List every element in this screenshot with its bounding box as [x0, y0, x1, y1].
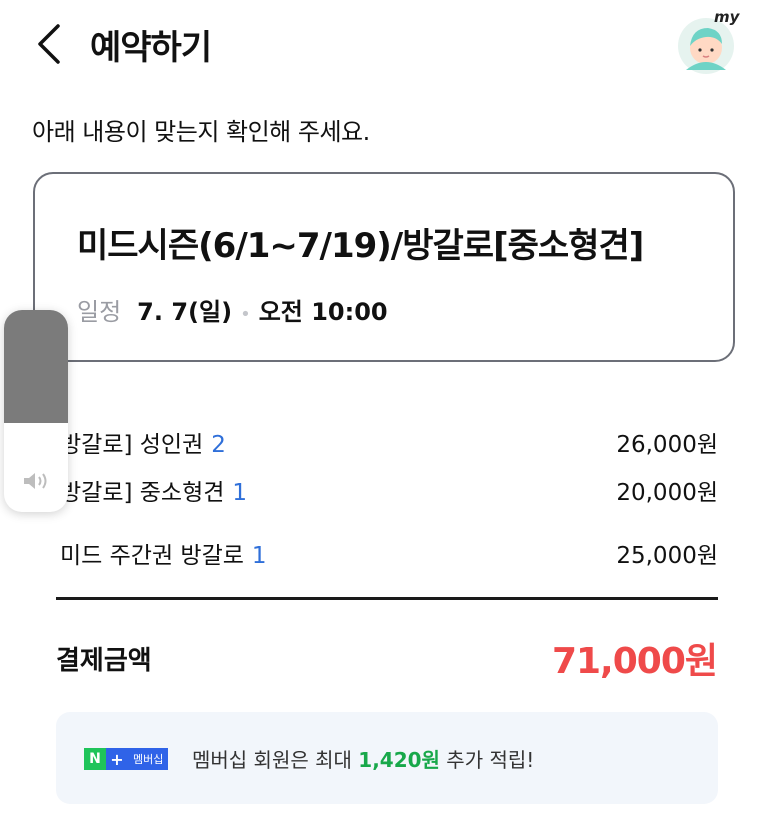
line-item-name-wrap: 방갈로] 성인권 2	[60, 425, 226, 459]
speaker-icon	[22, 470, 52, 496]
membership-text-after: 추가 적립!	[439, 748, 535, 772]
line-item-name: 방갈로] 중소형견	[60, 480, 225, 506]
line-item: 방갈로] 성인권 2 26,000원	[60, 425, 718, 459]
line-item-name: 방갈로] 성인권	[60, 432, 204, 458]
chevron-left-icon	[38, 24, 60, 64]
schedule-label: 일정	[77, 298, 122, 326]
page-title: 예약하기	[90, 28, 212, 68]
divider	[56, 597, 718, 600]
membership-text-before: 멤버십 회원은 최대	[192, 748, 359, 772]
membership-text: 멤버십 회원은 최대 1,420원 추가 적립!	[192, 744, 534, 773]
membership-badge-label: 멤버십	[128, 748, 169, 770]
line-item-name-wrap: 미드 주간권 방갈로 1	[60, 536, 267, 570]
line-item-qty: 2	[211, 432, 226, 458]
plus-icon: +	[106, 748, 128, 770]
naver-n-logo: N	[84, 748, 106, 770]
line-item-qty: 1	[232, 480, 248, 506]
line-item-price: 25,000원	[616, 543, 718, 569]
line-item-name: 미드 주간권 방갈로	[60, 543, 244, 569]
membership-reward-amount: 1,420원	[358, 748, 440, 772]
line-item-price: 20,000원	[616, 480, 718, 506]
volume-level-fill	[4, 310, 68, 424]
avatar-icon: my	[678, 8, 741, 74]
instruction-text: 아래 내용이 맞는지 확인해 주세요.	[32, 118, 370, 146]
header: 예약하기 my	[0, 0, 773, 90]
line-item: 방갈로] 중소형견 1 20,000원	[60, 473, 718, 507]
line-item-price: 26,000원	[616, 432, 718, 458]
line-item-qty: 1	[251, 543, 267, 569]
booking-card: 미드시즌(6/1~7/19)/방갈로[중소형견] 일정 7. 7(일) • 오전 10…	[33, 172, 735, 362]
line-item-name-wrap: 방갈로] 중소형견 1	[60, 473, 247, 507]
line-item: 미드 주간권 방갈로 1 25,000원	[60, 536, 718, 570]
total-label: 결제금액	[56, 646, 152, 676]
schedule-date: 7. 7(일)	[137, 298, 233, 326]
schedule-time: 오전 10:00	[258, 298, 388, 326]
my-label: my	[714, 10, 740, 26]
naver-plus-membership-badge: N + 멤버십	[84, 748, 169, 770]
separator-dot: •	[240, 304, 251, 325]
total-amount: 71,000원	[551, 641, 718, 682]
schedule-row: 일정 7. 7(일) • 오전 10:00	[77, 292, 388, 327]
back-button[interactable]	[30, 20, 74, 68]
my-profile-button[interactable]: my	[674, 8, 741, 76]
volume-slider-overlay[interactable]	[4, 310, 68, 512]
product-title: 미드시즌(6/1~7/19)/방갈로[중소형견]	[77, 226, 644, 266]
membership-banner[interactable]: N + 멤버십 멤버십 회원은 최대 1,420원 추가 적립!	[56, 712, 718, 804]
